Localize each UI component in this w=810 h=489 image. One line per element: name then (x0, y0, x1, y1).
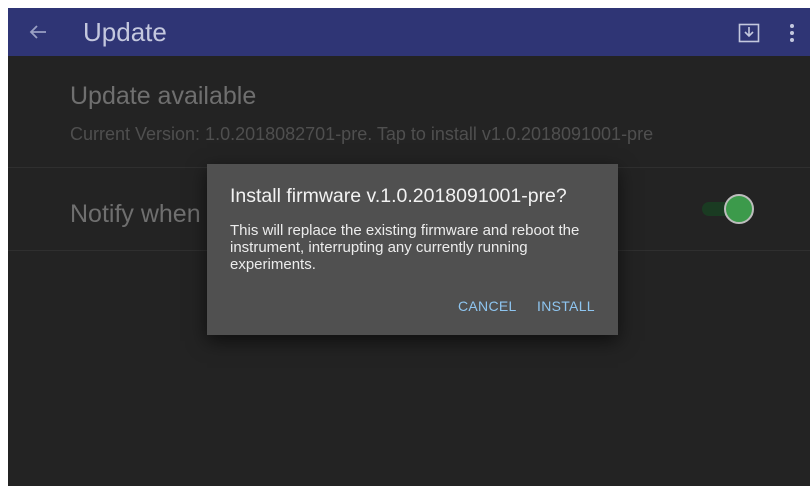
dialog-message: This will replace the existing firmware … (230, 222, 580, 273)
app-screen: Update Update available Current Version:… (8, 8, 810, 486)
install-button[interactable]: INSTALL (537, 298, 595, 314)
cancel-button[interactable]: CANCEL (458, 298, 517, 314)
install-firmware-dialog: Install firmware v.1.0.2018091001-pre? T… (207, 164, 618, 335)
dialog-title: Install firmware v.1.0.2018091001-pre? (230, 185, 567, 207)
